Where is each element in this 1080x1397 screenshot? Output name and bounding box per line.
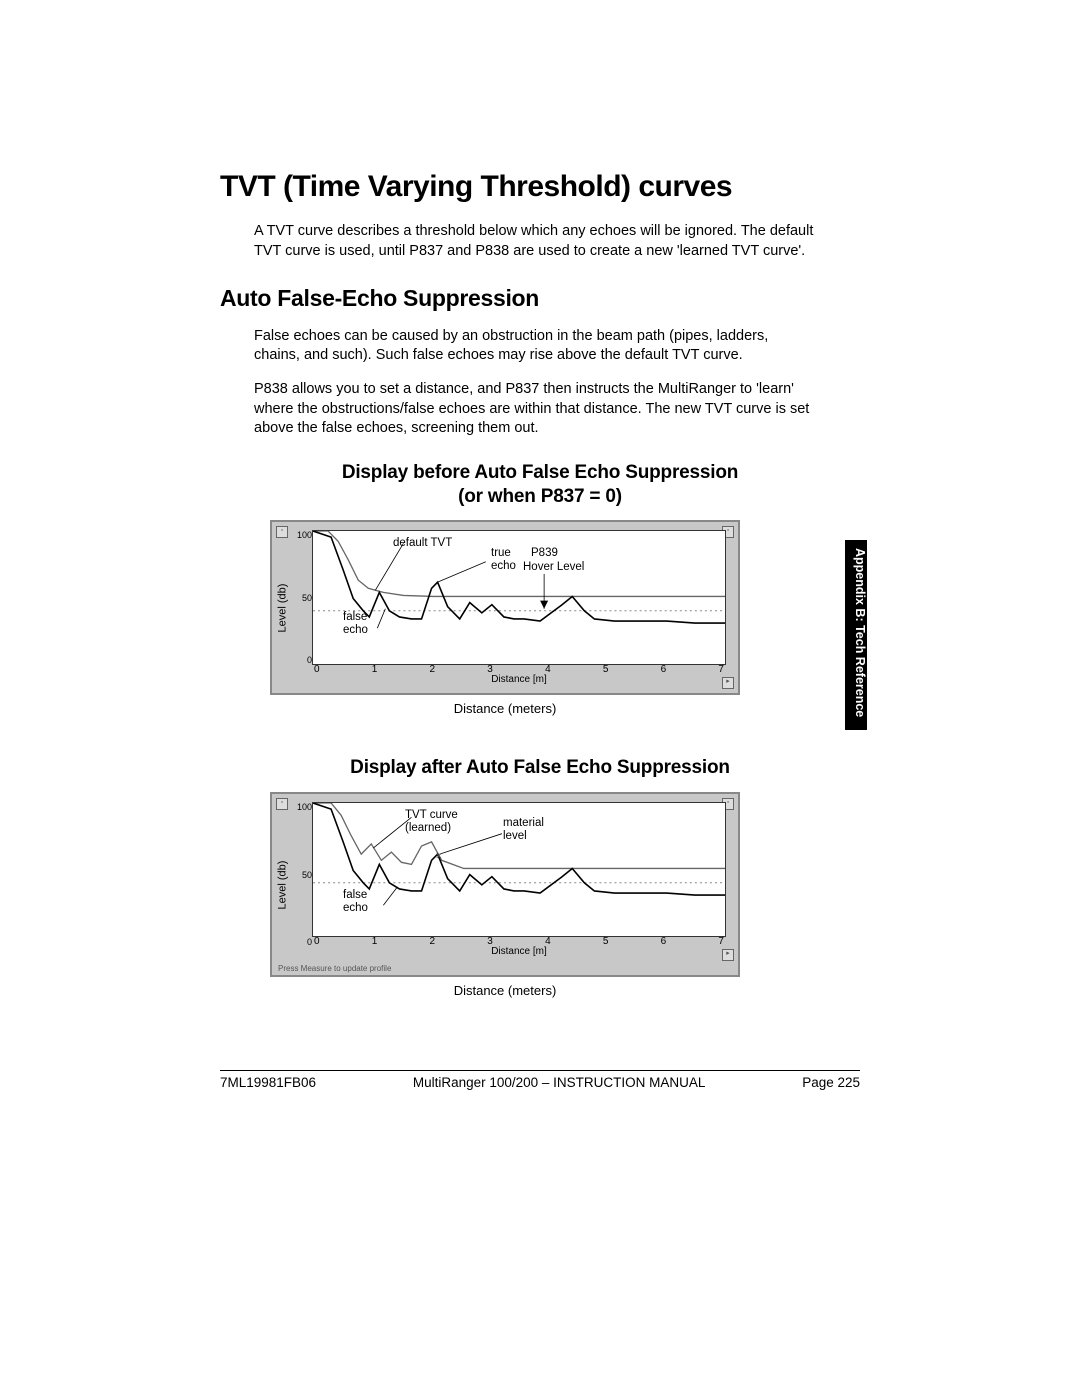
para-p838: P838 allows you to set a distance, and P…: [254, 380, 814, 439]
annot-true-echo: trueecho: [491, 547, 516, 572]
chart2-title: Display after Auto False Echo Suppressio…: [220, 756, 860, 780]
x-axis-inner-label: Distance [m]: [312, 946, 726, 957]
chart-corner-icon: ▫: [276, 526, 288, 538]
chart1-caption: Distance (meters): [270, 701, 740, 716]
y-axis-label: Level (db): [276, 860, 288, 909]
annot-hover: Hover Level: [523, 561, 584, 574]
footer-page-num: Page 225: [802, 1075, 860, 1090]
chart1-plot: default TVT trueecho P839 Hover Level fa…: [312, 530, 726, 665]
page-footer: 7ML19981FB06 MultiRanger 100/200 – INSTR…: [220, 1070, 860, 1090]
chart1-title: Display before Auto False Echo Suppressi…: [220, 461, 860, 509]
annot-tvt-learned: TVT curve (learned): [405, 809, 458, 834]
chart2-plot: × TVT curve (learned) material level fal…: [312, 802, 726, 937]
chart2-caption: Distance (meters): [270, 983, 740, 998]
annot-false-echo: falseecho: [343, 611, 368, 636]
footer-doc-id: 7ML19981FB06: [220, 1075, 316, 1090]
annot-default-tvt: default TVT: [393, 537, 452, 550]
page-title: TVT (Time Varying Threshold) curves: [220, 170, 860, 204]
y-ticks: 100 50 0: [304, 802, 312, 947]
x-axis-inner-label: Distance [m]: [312, 674, 726, 685]
side-tab: Appendix B: Tech Reference: [835, 352, 867, 542]
footer-doc-title: MultiRanger 100/200 – INSTRUCTION MANUAL: [413, 1075, 706, 1090]
intro-paragraph: A TVT curve describes a threshold below …: [254, 222, 814, 261]
chart-corner-icon: ▫: [276, 798, 288, 810]
section-auto-false-echo: Auto False-Echo Suppression: [220, 285, 860, 312]
annot-false-echo: falseecho: [343, 889, 368, 914]
svg-text:×: ×: [436, 850, 442, 862]
annot-material-level: material level: [503, 817, 544, 842]
page-content: TVT (Time Varying Threshold) curves A TV…: [220, 170, 860, 998]
para-false-echoes: False echoes can be caused by an obstruc…: [254, 327, 814, 366]
chart-before: ▫ ▫ ▸ Level (db) y:ECHO [dB] y:TVT [dB] …: [270, 520, 740, 716]
annot-p839: P839: [531, 547, 558, 560]
y-axis-label: Level (db): [276, 583, 288, 632]
chart2-status: Press Measure to update profile: [278, 964, 391, 973]
chart-after: ▫ ▫ ▸ Level (db) y:ECHO [dB] y:TVT [dB] …: [270, 792, 740, 998]
y-ticks: 100 50 0: [304, 530, 312, 665]
